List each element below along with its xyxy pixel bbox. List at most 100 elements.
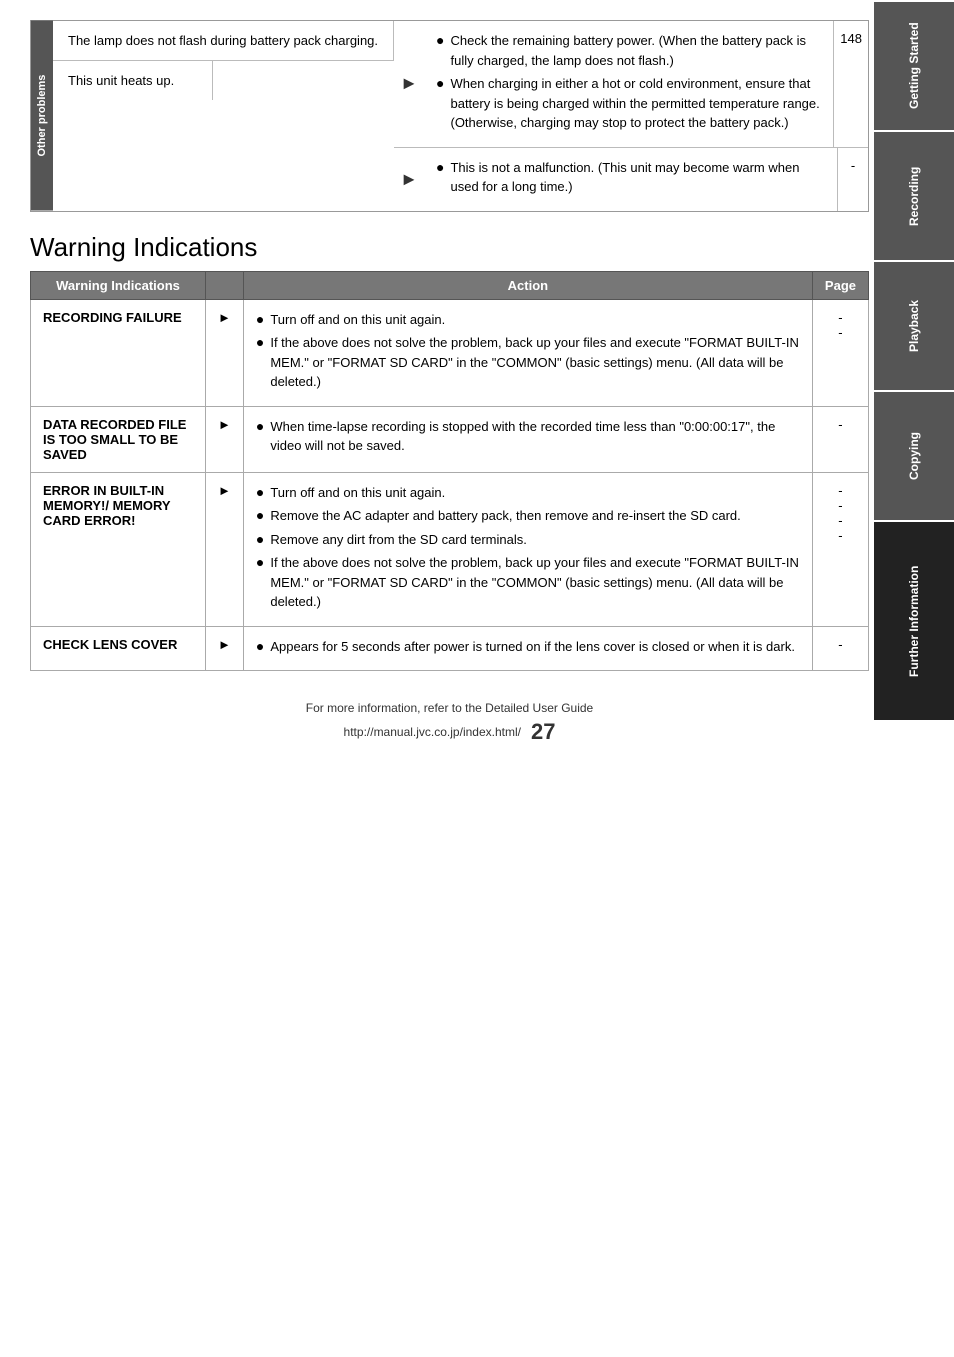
footer-url-row: http://manual.jvc.co.jp/index.html/ 27	[30, 719, 869, 745]
bullet-item: ● Turn off and on this unit again.	[256, 310, 800, 330]
bullet-item: ● If the above does not solve the proble…	[256, 333, 800, 392]
page-num: 8	[855, 31, 862, 46]
action-cell: ● Appears for 5 seconds after power is t…	[243, 626, 812, 671]
arrow-header	[206, 271, 244, 299]
warning-label: ERROR IN BUILT-IN MEMORY!/ MEMORY CARD E…	[31, 472, 206, 626]
page-val: -	[825, 310, 856, 325]
arrow-cell: ►	[206, 406, 244, 472]
warning-label: RECORDING FAILURE	[31, 299, 206, 406]
table-row: CHECK LENS COVER ► ● Appears for 5 secon…	[31, 626, 869, 671]
section-title: Warning Indications	[30, 232, 869, 263]
page-val: -	[825, 483, 856, 498]
other-problems-table: Other problems The lamp does not flash d…	[30, 20, 869, 212]
page-val: -	[825, 417, 856, 432]
action-cell: ● Turn off and on this unit again. ● Rem…	[243, 472, 812, 626]
bullet-text: Remove any dirt from the SD card termina…	[270, 530, 526, 550]
bullet-item: ● If the above does not solve the proble…	[256, 553, 800, 612]
footer-page-number: 27	[531, 719, 555, 745]
main-content: Other problems The lamp does not flash d…	[30, 0, 869, 745]
other-problems-rows: The lamp does not flash during battery p…	[53, 21, 394, 211]
action-cell: ● Turn off and on this unit again. ● If …	[243, 299, 812, 406]
tab-getting-started[interactable]: Getting Started	[874, 0, 954, 130]
bullet-item: ● Remove any dirt from the SD card termi…	[256, 530, 800, 550]
arrow-cell: ►	[206, 626, 244, 671]
page-num: 14	[840, 31, 854, 46]
page-cell: - -	[812, 299, 868, 406]
table-row: ERROR IN BUILT-IN MEMORY!/ MEMORY CARD E…	[31, 472, 869, 626]
top-row-2-label: This unit heats up.	[53, 61, 213, 100]
other-problems-label: Other problems	[31, 21, 53, 211]
page-val: -	[825, 325, 856, 340]
other-problems-left: Other problems The lamp does not flash d…	[31, 21, 394, 211]
top-table-content: ► ● Check the remaining battery power. (…	[394, 21, 868, 211]
bullet-icon: ●	[256, 506, 264, 526]
top-row-1-pages: 14 8	[834, 21, 868, 147]
warning-label: DATA RECORDED FILE IS TOO SMALL TO BE SA…	[31, 406, 206, 472]
bullet-item: ● Turn off and on this unit again.	[256, 483, 800, 503]
top-content-row-1: ► ● Check the remaining battery power. (…	[394, 21, 868, 148]
bullet-icon: ●	[436, 158, 444, 178]
warning-table: Warning Indications Action Page RECORDIN…	[30, 271, 869, 672]
page-header: Page	[812, 271, 868, 299]
bullet-text: Turn off and on this unit again.	[270, 310, 445, 330]
action-cell: ● When time-lapse recording is stopped w…	[243, 406, 812, 472]
bullet-item: ● When time-lapse recording is stopped w…	[256, 417, 800, 456]
bullet-item: ● This is not a malfunction. (This unit …	[436, 158, 825, 197]
bullet-text: If the above does not solve the problem,…	[270, 553, 800, 612]
top-row-2-content: ● This is not a malfunction. (This unit …	[424, 148, 838, 211]
bullet-item: ● Check the remaining battery power. (Wh…	[436, 31, 821, 70]
bullet-text: Remove the AC adapter and battery pack, …	[270, 506, 740, 526]
arrow-cell: ►	[206, 299, 244, 406]
page-cell: -	[812, 626, 868, 671]
tab-playback[interactable]: Playback	[874, 260, 954, 390]
bullet-item: ● Appears for 5 seconds after power is t…	[256, 637, 800, 657]
footer: For more information, refer to the Detai…	[30, 701, 869, 745]
warning-label: CHECK LENS COVER	[31, 626, 206, 671]
action-header: Action	[243, 271, 812, 299]
footer-text: For more information, refer to the Detai…	[30, 701, 869, 715]
bullet-text: Appears for 5 seconds after power is tur…	[270, 637, 795, 657]
table-header-row: Warning Indications Action Page	[31, 271, 869, 299]
page-cell: - - - -	[812, 472, 868, 626]
tab-recording[interactable]: Recording	[874, 130, 954, 260]
bullet-icon: ●	[256, 483, 264, 503]
page-val: -	[825, 528, 856, 543]
bullet-text: Turn off and on this unit again.	[270, 483, 445, 503]
top-row-1: The lamp does not flash during battery p…	[53, 21, 394, 61]
top-content-row-2: ► ● This is not a malfunction. (This uni…	[394, 148, 868, 211]
top-row-1-content: ● Check the remaining battery power. (Wh…	[424, 21, 834, 147]
bullet-item: ● When charging in either a hot or cold …	[436, 74, 821, 133]
top-row-2: This unit heats up.	[53, 61, 394, 100]
footer-url: http://manual.jvc.co.jp/index.html/	[344, 725, 521, 739]
bullet-icon: ●	[256, 637, 264, 657]
side-tabs: Getting Started Recording Playback Copyi…	[874, 0, 954, 1357]
arrow-1: ►	[394, 21, 424, 147]
table-row: DATA RECORDED FILE IS TOO SMALL TO BE SA…	[31, 406, 869, 472]
warning-header: Warning Indications	[31, 271, 206, 299]
bullet-icon: ●	[256, 310, 264, 330]
bullet-text: If the above does not solve the problem,…	[270, 333, 800, 392]
bullet-icon: ●	[436, 74, 444, 94]
tab-further-information[interactable]: Further Information	[874, 520, 954, 720]
bullet-icon: ●	[256, 333, 264, 353]
bullet-icon: ●	[256, 417, 264, 437]
page-val: -	[825, 637, 856, 652]
bullet-icon: ●	[256, 553, 264, 573]
arrow-2: ►	[394, 148, 424, 211]
bullet-text: When time-lapse recording is stopped wit…	[270, 417, 800, 456]
bullet-icon: ●	[256, 530, 264, 550]
arrow-cell: ►	[206, 472, 244, 626]
bullet-icon: ●	[436, 31, 444, 51]
page-num: -	[851, 158, 855, 173]
bullet-text: When charging in either a hot or cold en…	[450, 74, 821, 133]
page-val: -	[825, 498, 856, 513]
table-row: RECORDING FAILURE ► ● Turn off and on th…	[31, 299, 869, 406]
bullet-item: ● Remove the AC adapter and battery pack…	[256, 506, 800, 526]
top-row-1-label: The lamp does not flash during battery p…	[53, 21, 394, 60]
page-val: -	[825, 513, 856, 528]
top-row-2-pages: -	[838, 148, 868, 211]
bullet-text: This is not a malfunction. (This unit ma…	[450, 158, 825, 197]
tab-copying[interactable]: Copying	[874, 390, 954, 520]
page-cell: -	[812, 406, 868, 472]
bullet-text: Check the remaining battery power. (When…	[450, 31, 821, 70]
